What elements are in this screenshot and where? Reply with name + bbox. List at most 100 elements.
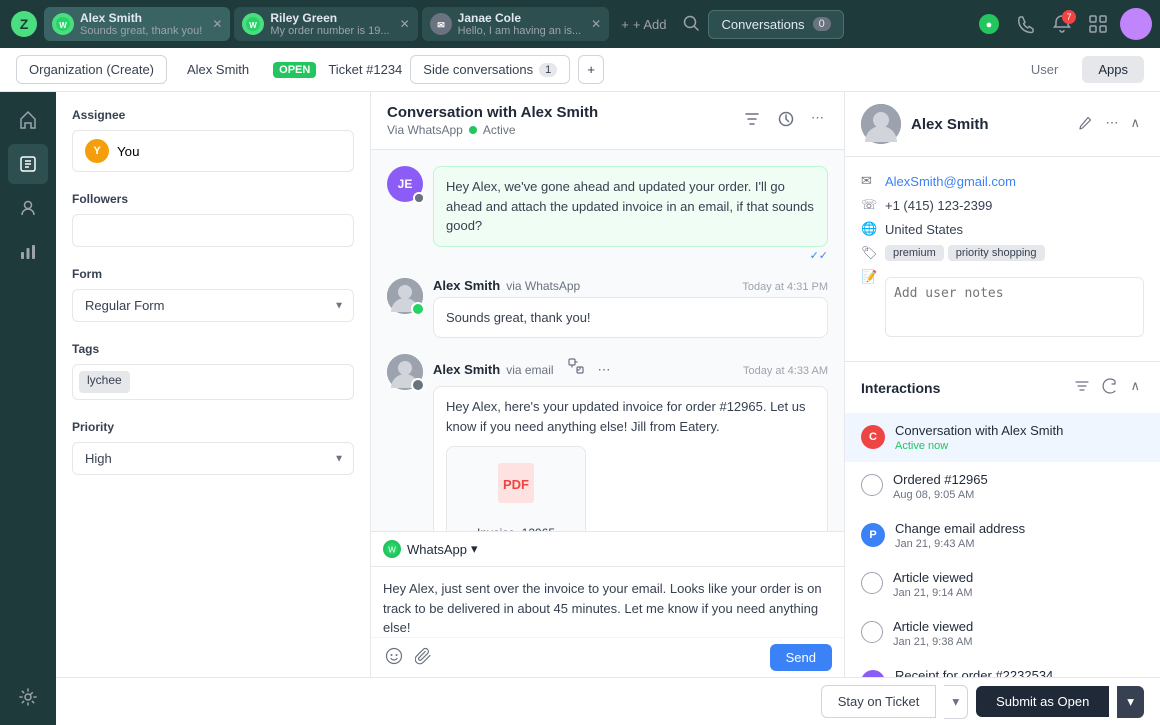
agent-badge [413, 192, 425, 204]
tab-alex-avatar: W [52, 13, 74, 35]
contact-tag-premium: premium [885, 245, 944, 261]
contact-name: Alex Smith [911, 116, 1063, 133]
phone-button[interactable] [1012, 10, 1040, 38]
assignee-name: You [117, 144, 140, 159]
form-field: Form Regular Form [72, 267, 354, 322]
customer-name-2: Alex Smith [433, 362, 500, 377]
submit-chevron-button[interactable]: ▾ [1117, 686, 1144, 718]
filter-button[interactable] [739, 106, 765, 135]
status-button[interactable]: ● [974, 9, 1004, 39]
add-tab-button[interactable]: + + Add [613, 13, 674, 36]
refresh-interactions-button[interactable] [1098, 374, 1122, 401]
tab-riley-name: Riley Green [270, 11, 389, 25]
compose-channel-label: WhatsApp [407, 542, 467, 557]
interaction-order[interactable]: Ordered #12965 Aug 08, 9:05 AM [845, 462, 1160, 511]
nav-settings[interactable] [8, 677, 48, 717]
tab-riley-green[interactable]: W Riley Green My order number is 19... ✕ [234, 7, 417, 41]
contact-country-row: 🌐 United States [861, 217, 1144, 241]
apps-grid-button[interactable] [1084, 10, 1112, 38]
add-side-conv-button[interactable]: + [578, 55, 604, 84]
tab-janae-cole[interactable]: ✉ Janae Cole Hello, I am having an is...… [422, 7, 610, 41]
interaction-article-1[interactable]: Article viewed Jan 21, 9:14 AM [845, 560, 1160, 609]
collapse-interactions-button[interactable]: ∧ [1126, 374, 1144, 401]
form-select[interactable]: Regular Form [72, 289, 354, 322]
stay-on-ticket-button[interactable]: Stay on Ticket [821, 685, 937, 718]
user-name-button[interactable]: Alex Smith [175, 57, 261, 82]
send-button[interactable]: Send [770, 644, 832, 671]
history-button[interactable] [773, 106, 799, 135]
contact-email[interactable]: AlexSmith@gmail.com [885, 174, 1016, 189]
tab-alex-sub: Sounds great, thank you! [80, 25, 202, 37]
more-options-button[interactable]: ⋯ [807, 106, 828, 135]
interaction-email-change[interactable]: P Change email address Jan 21, 9:43 AM [845, 511, 1160, 560]
submit-chevron-icon: ▾ [1127, 694, 1134, 709]
open-status-badge: OPEN [273, 62, 316, 78]
tags-container[interactable]: lychee [72, 364, 354, 400]
msg-time: Today at 4:31 PM [742, 281, 828, 293]
assignee-button[interactable]: Y You [72, 130, 354, 172]
collapse-contact-button[interactable]: ∧ [1126, 111, 1144, 138]
search-button[interactable] [678, 10, 704, 39]
tab-apps[interactable]: Apps [1082, 56, 1144, 83]
interaction-sub-2: Aug 08, 9:05 AM [893, 489, 1144, 501]
user-avatar[interactable] [1120, 8, 1152, 40]
filter-interactions-button[interactable] [1070, 374, 1094, 401]
contact-phone: +1 (415) 123-2399 [885, 198, 992, 213]
msg-more-button[interactable]: ⋯ [594, 358, 615, 382]
contact-country: United States [885, 222, 963, 237]
interaction-conv-alex[interactable]: C Conversation with Alex Smith Active no… [845, 413, 1160, 462]
globe-icon: 🌐 [861, 221, 877, 237]
side-conversations-button[interactable]: Side conversations 1 [410, 55, 570, 84]
tab-alex-close[interactable]: ✕ [212, 17, 222, 31]
tab-riley-avatar: W [242, 13, 264, 35]
org-create-button[interactable]: Organization (Create) [16, 55, 167, 84]
stay-chevron-button[interactable]: ▾ [944, 685, 968, 719]
tags-label: Tags [72, 342, 354, 356]
notes-icon: 📝 [861, 269, 877, 285]
compose-textarea[interactable]: Hey Alex, just sent over the invoice to … [371, 567, 844, 637]
compose-channel-chevron: ▾ [471, 541, 478, 557]
submit-as-open-button[interactable]: Submit as Open [976, 686, 1109, 717]
message-customer-whatsapp: Alex Smith via WhatsApp Today at 4:31 PM… [387, 278, 828, 339]
interaction-icon-conv: C [861, 425, 885, 449]
emoji-button[interactable] [383, 645, 405, 670]
tab-janae-close[interactable]: ✕ [591, 17, 601, 31]
conversations-count: 0 [813, 17, 831, 31]
whatsapp-compose-icon: W [383, 540, 401, 558]
tab-riley-close[interactable]: ✕ [400, 17, 410, 31]
contact-email-row: ✉ AlexSmith@gmail.com [861, 169, 1144, 193]
followers-input[interactable] [72, 214, 354, 247]
nav-tickets[interactable] [8, 144, 48, 184]
attachment-button[interactable] [413, 645, 435, 670]
edit-contact-button[interactable] [1073, 111, 1097, 138]
contact-avatar [861, 104, 901, 144]
interaction-sub-4: Jan 21, 9:14 AM [893, 587, 1144, 599]
more-contact-button[interactable]: ⋯ [1101, 111, 1122, 138]
email-icon: ✉ [861, 173, 877, 189]
svg-text:✉: ✉ [437, 20, 445, 30]
add-tab-label: + Add [633, 17, 667, 32]
nav-contacts[interactable] [8, 188, 48, 228]
nav-reports[interactable] [8, 232, 48, 272]
phone-icon: ☏ [861, 197, 877, 213]
nav-home[interactable] [8, 100, 48, 140]
translate-button[interactable] [564, 354, 588, 381]
tab-user[interactable]: User [1015, 56, 1074, 83]
tab-alex-smith[interactable]: W Alex Smith Sounds great, thank you! ✕ [44, 7, 230, 41]
priority-select[interactable]: High Low Normal Urgent [72, 442, 354, 475]
interaction-sub-3: Jan 21, 9:43 AM [895, 538, 1144, 550]
interactions-title: Interactions [861, 380, 940, 396]
tab-janae-name: Janae Cole [458, 11, 582, 25]
side-conv-label: Side conversations [423, 62, 533, 77]
left-panel: Assignee Y You Followers Form Regular Fo… [56, 92, 371, 725]
tags-field: Tags lychee [72, 342, 354, 400]
notifications-button[interactable]: 7 [1048, 10, 1076, 38]
conversations-button[interactable]: Conversations 0 [708, 10, 843, 39]
invoice-attachment[interactable]: PDF Invoice_12965 PDF [446, 446, 586, 531]
contact-notes[interactable] [885, 277, 1144, 337]
compose-channel-select[interactable]: WhatsApp ▾ [407, 541, 478, 557]
interaction-article-2[interactable]: Article viewed Jan 21, 9:38 AM [845, 609, 1160, 658]
main-content: Assignee Y You Followers Form Regular Fo… [0, 92, 1160, 725]
svg-text:W: W [59, 21, 67, 30]
conv-status: Active [483, 123, 516, 137]
